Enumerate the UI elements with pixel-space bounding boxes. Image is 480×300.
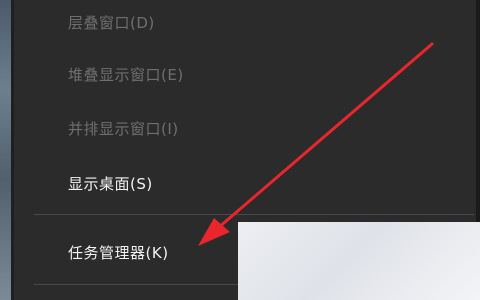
annotation-arrow-icon — [198, 42, 434, 246]
